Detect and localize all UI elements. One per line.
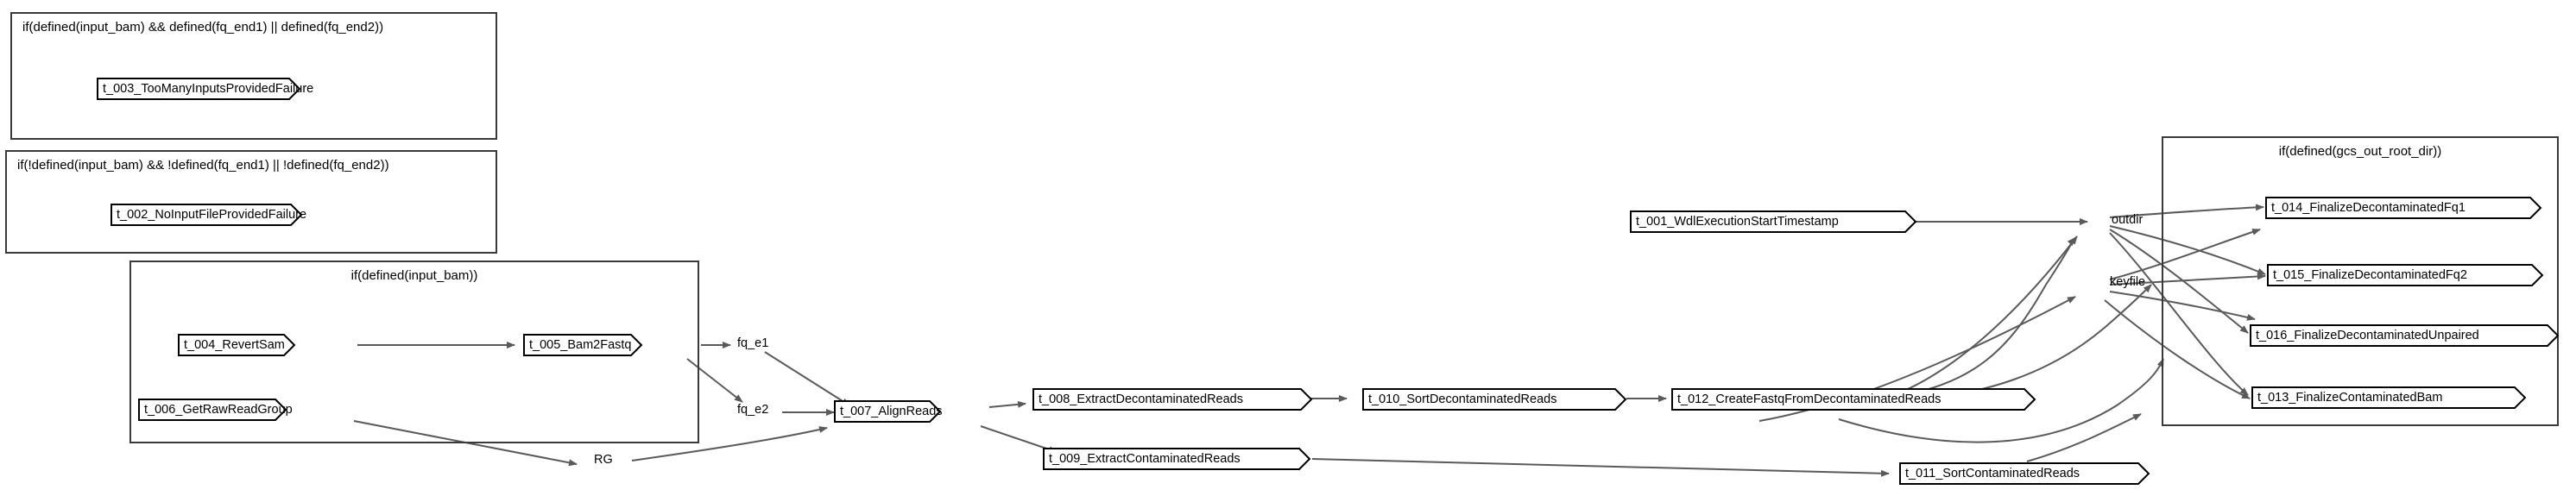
node-label: t_007_AlignReads: [840, 405, 943, 418]
cluster-label-no-input-file: if(!defined(input_bam) && !defined(fq_en…: [17, 158, 389, 173]
node-label: t_014_FinalizeDecontaminatedFq1: [2271, 201, 2466, 215]
node-t-008-extract-decontaminated-reads[interactable]: t_008_ExtractDecontaminatedReads: [1032, 388, 1313, 411]
plain-node-fq-e1: fq_e1: [737, 336, 769, 350]
node-t-016-finalize-decontaminated-unpaired[interactable]: t_016_FinalizeDecontaminatedUnpaired: [2250, 324, 2560, 347]
plain-node-rg: RG: [594, 453, 613, 467]
node-label: t_011_SortContaminatedReads: [1905, 467, 2080, 480]
node-t-014-finalize-decontaminated-fq1[interactable]: t_014_FinalizeDecontaminatedFq1: [2265, 197, 2542, 219]
plain-node-keyfile: keyfile: [2110, 275, 2146, 289]
node-label: t_005_Bam2Fastq: [529, 338, 632, 352]
node-t-013-finalize-contaminated-bam[interactable]: t_013_FinalizeContaminatedBam: [2251, 386, 2527, 409]
cluster-too-many-inputs: if(defined(input_bam) && defined(fq_end1…: [10, 12, 497, 140]
workflow-diagram-canvas: if(defined(input_bam) && defined(fq_end1…: [0, 0, 2576, 496]
node-t-007-align-reads[interactable]: t_007_AlignReads: [834, 400, 943, 423]
node-t-011-sort-contaminated-reads[interactable]: t_011_SortContaminatedReads: [1899, 462, 2150, 485]
node-t-004-revert-sam[interactable]: t_004_RevertSam: [178, 334, 296, 356]
node-label: t_003_TooManyInputsProvidedFailure: [103, 82, 314, 96]
node-label: t_016_FinalizeDecontaminatedUnpaired: [2256, 329, 2479, 342]
node-t-006-get-raw-read-group[interactable]: t_006_GetRawReadGroup: [138, 399, 293, 421]
cluster-label-gcs-out-root-dir: if(defined(gcs_out_root_dir)): [2278, 144, 2442, 159]
plain-node-outdir: outdir: [2112, 213, 2144, 227]
node-label: t_013_FinalizeContaminatedBam: [2257, 391, 2443, 405]
node-t-010-sort-decontaminated-reads[interactable]: t_010_SortDecontaminatedReads: [1362, 388, 1627, 411]
cluster-label-too-many-inputs: if(defined(input_bam) && defined(fq_end1…: [22, 20, 384, 35]
node-label: t_012_CreateFastqFromDecontaminatedReads: [1677, 392, 1941, 406]
edge-t011-t013: [2026, 413, 2142, 462]
node-label: t_004_RevertSam: [184, 338, 285, 352]
node-t-009-extract-contaminated-reads[interactable]: t_009_ExtractContaminatedReads: [1043, 448, 1311, 470]
edge-t012-outdir: [1864, 235, 2078, 405]
node-t-012-create-fastq-from-decontaminated-reads[interactable]: t_012_CreateFastqFromDecontaminatedReads: [1671, 388, 2036, 411]
edge-t007-t008: [988, 400, 1026, 408]
node-t-002-no-input-file-provided-failure[interactable]: t_002_NoInputFileProvidedFailure: [110, 204, 306, 226]
node-label: t_010_SortDecontaminatedReads: [1368, 392, 1557, 406]
edge-t009-t011: [1311, 458, 1890, 477]
node-label: t_006_GetRawReadGroup: [144, 403, 293, 417]
node-t-005-bam-2-fastq[interactable]: t_005_Bam2Fastq: [523, 334, 643, 356]
edge-t012-t015: [1883, 284, 2152, 403]
node-t-001-wdl-execution-start-timestamp[interactable]: t_001_WdlExecutionStartTimestamp: [1630, 210, 1917, 233]
edge-t012-t014: [1878, 237, 2076, 399]
node-label: t_002_NoInputFileProvidedFailure: [117, 208, 307, 222]
node-label: t_009_ExtractContaminatedReads: [1049, 452, 1241, 466]
node-t-003-too-many-inputs-provided-failure[interactable]: t_003_TooManyInputsProvidedFailure: [97, 78, 313, 100]
cluster-label-input-bam: if(defined(input_bam)): [350, 268, 478, 283]
node-t-015-finalize-decontaminated-fq2[interactable]: t_015_FinalizeDecontaminatedFq2: [2267, 264, 2544, 286]
cluster-no-input-file: if(!defined(input_bam) && !defined(fq_en…: [5, 150, 497, 254]
plain-node-fq-e2: fq_e2: [737, 403, 769, 417]
node-label: t_015_FinalizeDecontaminatedFq2: [2273, 268, 2467, 282]
edge-fqe1-t007: [764, 351, 850, 406]
node-label: t_001_WdlExecutionStartTimestamp: [1636, 215, 1839, 229]
node-label: t_008_ExtractDecontaminatedReads: [1039, 392, 1243, 406]
